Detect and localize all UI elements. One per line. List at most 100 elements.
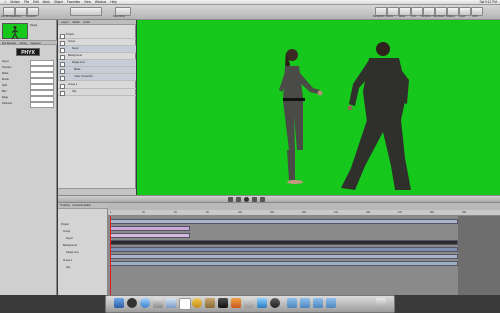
layer-row[interactable]: Group: [58, 39, 136, 46]
canvas-viewer[interactable]: [137, 20, 500, 195]
tab-keyframe-editor[interactable]: Keyframe Editor: [72, 204, 91, 207]
layer-row[interactable]: Group 1: [58, 82, 136, 89]
mail-icon[interactable]: [153, 298, 163, 308]
toolbar-label-hud: HUD: [472, 15, 478, 18]
contacts-icon[interactable]: [166, 298, 176, 308]
tab-file-browser[interactable]: File Browser: [2, 42, 16, 45]
layers-tabs: Layers Media Audio: [58, 20, 136, 25]
visibility-checkbox[interactable]: [60, 90, 65, 96]
finder-icon[interactable]: [114, 298, 124, 308]
menu-mark[interactable]: Mark: [43, 0, 50, 4]
timeline-track-bar[interactable]: [110, 254, 458, 259]
track-label: Group 1: [63, 259, 73, 262]
toolbar-label-filters: Filters: [386, 15, 394, 18]
dashboard-icon[interactable]: [127, 298, 137, 308]
timeline-track-bar[interactable]: [110, 219, 458, 224]
layer-row[interactable]: Keyer: [58, 46, 136, 53]
toolbar: File Browser Library Inspector Recording…: [0, 5, 500, 20]
go-to-end-icon[interactable]: [260, 197, 265, 202]
layer-name: Keyer: [72, 47, 79, 50]
go-to-start-icon[interactable]: [228, 197, 233, 202]
visibility-checkbox[interactable]: [60, 47, 65, 53]
layer-name: Group 1: [68, 83, 78, 86]
toolbar-label-inspector: Inspector: [26, 15, 37, 18]
figure-icon: [11, 26, 19, 40]
step-back-icon[interactable]: [236, 197, 241, 202]
folder-icon[interactable]: [300, 298, 310, 308]
param-field[interactable]: [30, 102, 54, 108]
param-field[interactable]: [30, 90, 54, 96]
visibility-checkbox[interactable]: [60, 40, 65, 46]
tab-layers[interactable]: Layers: [61, 21, 69, 24]
visibility-checkbox[interactable]: [60, 33, 65, 39]
playhead[interactable]: [110, 210, 111, 295]
timeline-area[interactable]: [108, 203, 500, 295]
play-icon[interactable]: [244, 197, 249, 202]
timeline-track-bar[interactable]: [110, 247, 458, 252]
step-forward-icon[interactable]: [252, 197, 257, 202]
menu-view[interactable]: View: [84, 0, 91, 4]
menu-favorites[interactable]: Favorites: [67, 0, 80, 4]
photos-icon[interactable]: [192, 298, 202, 308]
visibility-checkbox[interactable]: [60, 75, 65, 81]
visibility-checkbox[interactable]: [60, 54, 65, 60]
ruler-tick: 301: [430, 211, 434, 214]
tool-selector[interactable]: [70, 7, 102, 16]
param-field[interactable]: [30, 72, 54, 78]
layer-name: Project: [66, 33, 75, 36]
tab-audio[interactable]: Audio: [83, 21, 90, 24]
layer-row[interactable]: Sky: [58, 89, 136, 96]
param-field[interactable]: [30, 60, 54, 66]
timeline-ruler[interactable]: 1 31 61 91 121 151 181 211 241 271 301 3…: [108, 210, 500, 216]
layers-footer: [58, 188, 136, 195]
layer-row[interactable]: Ninjas.mov: [58, 60, 136, 67]
apple-icon[interactable]: : [4, 0, 6, 4]
timeline-track-list: Timeline Keyframe Editor Project Group K…: [58, 203, 108, 295]
timeline-track-bar[interactable]: [110, 226, 190, 231]
timeline-track-bar[interactable]: [110, 233, 190, 238]
motion-icon[interactable]: [231, 298, 241, 308]
param-label: Erode: [2, 78, 9, 81]
trash-icon[interactable]: [376, 298, 386, 308]
tab-library[interactable]: Library: [19, 42, 27, 45]
menu-window[interactable]: Window: [95, 0, 106, 4]
timeline-track-bar[interactable]: [110, 240, 458, 245]
layer-row[interactable]: Project: [58, 32, 136, 39]
timeline-track-bar[interactable]: [110, 261, 458, 266]
tab-inspector[interactable]: Inspector: [30, 42, 41, 45]
menu-edit[interactable]: Edit: [33, 0, 39, 4]
inspector-panel: Ninjas File Browser Library Inspector PH…: [0, 20, 57, 295]
visibility-checkbox[interactable]: [60, 83, 65, 89]
menu-motion[interactable]: Motion: [10, 0, 20, 4]
folder-icon[interactable]: [313, 298, 323, 308]
app-icon[interactable]: [270, 298, 280, 308]
toolbar-label-behaviors: Behaviors: [373, 15, 385, 18]
layer-row[interactable]: Background: [58, 53, 136, 60]
preview-icon[interactable]: [244, 298, 254, 308]
visibility-checkbox[interactable]: [60, 68, 65, 74]
folder-icon[interactable]: [287, 298, 297, 308]
layers-panel: Layers Media Audio Project Group Keyer B…: [58, 20, 136, 195]
layer-name: Matte: [74, 68, 81, 71]
calendar-icon[interactable]: [179, 298, 191, 310]
menu-object[interactable]: Object: [54, 0, 63, 4]
param-field[interactable]: [30, 84, 54, 90]
param-field[interactable]: [30, 96, 54, 102]
layer-row[interactable]: Matte: [58, 67, 136, 74]
tab-media[interactable]: Media: [73, 21, 80, 24]
downloads-icon[interactable]: [326, 298, 336, 308]
param-field[interactable]: [30, 66, 54, 72]
visibility-checkbox[interactable]: [60, 61, 65, 67]
ruler-tick: 271: [398, 211, 402, 214]
param-field[interactable]: [30, 78, 54, 84]
layer-row[interactable]: Color Correction: [58, 74, 136, 81]
safari-icon[interactable]: [140, 298, 150, 308]
menu-help[interactable]: Help: [110, 0, 117, 4]
system-preferences-icon[interactable]: [257, 298, 267, 308]
tab-timeline[interactable]: Timeline: [60, 204, 70, 207]
toolbar-label-replicator: Replicator: [433, 15, 445, 18]
app-icon[interactable]: [205, 298, 215, 308]
menu-file[interactable]: File: [24, 0, 29, 4]
final-cut-icon[interactable]: [218, 298, 228, 308]
ruler-tick: 121: [238, 211, 242, 214]
